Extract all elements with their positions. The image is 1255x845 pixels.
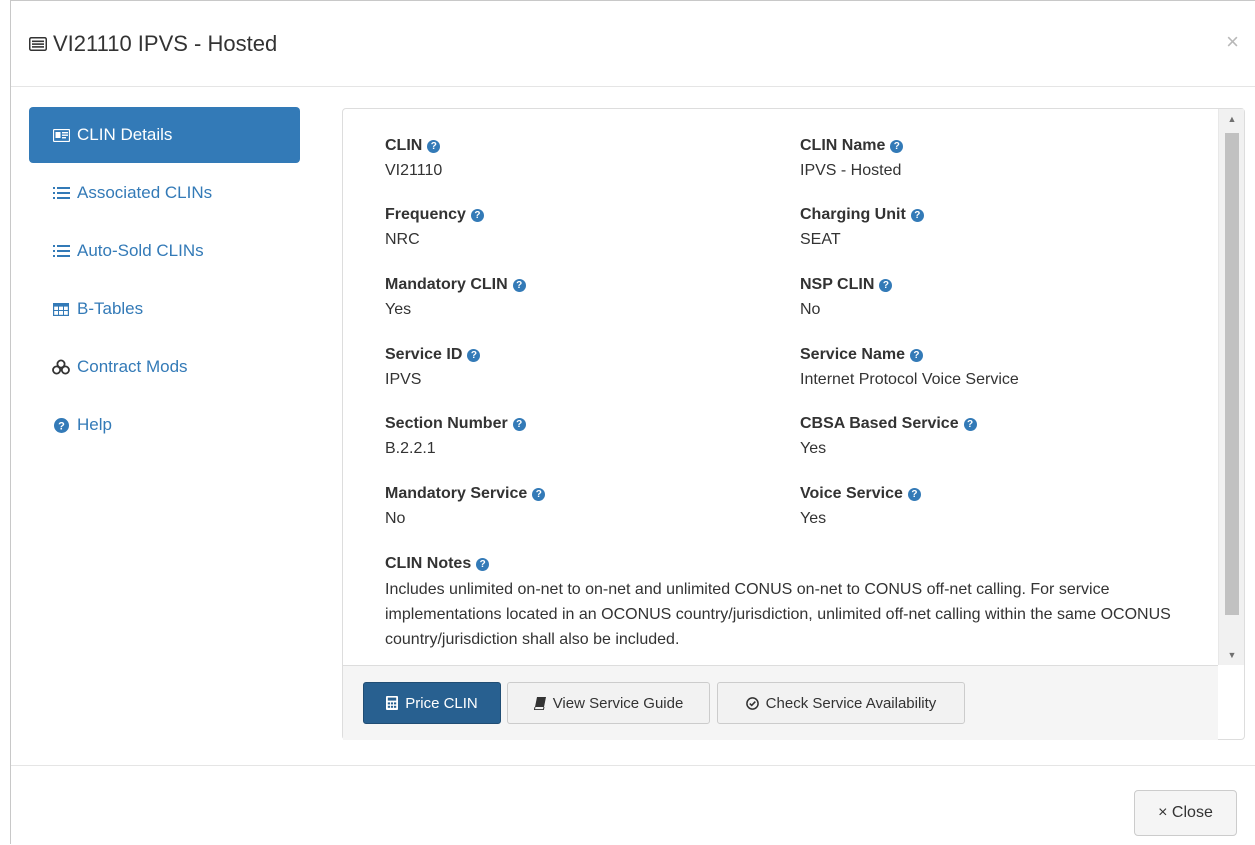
scroll-thumb[interactable] [1225,133,1239,615]
sidebar-item-label: B-Tables [77,299,144,318]
sidebar-nav: CLIN Details Associated CLINs Auto-Sold … [29,107,300,455]
sidebar-item-label: CLIN Details [77,125,173,144]
field-value: No [385,510,406,527]
view-service-guide-button[interactable]: View Service Guide [507,682,710,724]
field-service-name: Service Name? Internet Protocol Voice Se… [800,346,1019,389]
field-value: NRC [385,231,420,248]
help-icon[interactable]: ? [476,557,490,571]
check-circle-icon [745,696,759,710]
modal-footer: × Close [11,765,1255,845]
field-label: CLIN [385,137,423,154]
field-frequency: Frequency? NRC [385,206,484,249]
sidebar-item-label: Help [77,415,112,434]
close-icon[interactable]: × [1226,31,1239,53]
question-circle-icon: ? [51,417,71,433]
help-icon[interactable]: ? [467,348,481,362]
modal-title: VI21110 IPVS - Hosted [29,31,277,57]
book-icon [533,696,546,710]
svg-text:?: ? [58,420,65,432]
sidebar-item-label: Contract Mods [77,357,188,376]
details-panel: CLIN? VI21110 CLIN Name? IPVS - Hosted F… [342,108,1245,740]
field-value: Yes [800,440,827,457]
price-clin-label: Price CLIN [405,694,478,712]
field-value: SEAT [800,231,841,248]
field-label: CBSA Based Service [800,415,959,432]
sidebar-item-contract-mods[interactable]: Contract Mods [29,339,300,395]
field-label: CLIN Notes [385,555,472,572]
field-label: NSP CLIN [800,276,875,293]
field-value: B.2.2.1 [385,440,436,457]
help-icon[interactable]: ? [532,487,546,501]
modal-title-text: VI21110 IPVS - Hosted [53,31,278,56]
help-icon[interactable]: ? [907,487,921,501]
field-nsp-clin: NSP CLIN? No [800,276,893,319]
sidebar-item-help[interactable]: ? Help [29,397,300,453]
sidebar-item-b-tables[interactable]: B-Tables [29,281,300,337]
id-card-icon [51,128,71,142]
scroll-down-arrow-icon[interactable]: ▼ [1219,645,1245,665]
field-value: Yes [800,510,827,527]
field-label: Frequency [385,206,466,223]
field-clin: CLIN? VI21110 [385,137,442,180]
help-icon[interactable]: ? [512,417,526,431]
field-label: Mandatory Service [385,485,528,502]
check-service-availability-label: Check Service Availability [765,694,937,712]
table-icon [51,302,71,316]
help-icon[interactable]: ? [879,278,893,292]
sidebar-item-label: Auto-Sold CLINs [77,241,204,260]
field-service-id: Service ID? IPVS [385,346,481,389]
modal-header: VI21110 IPVS - Hosted × [11,1,1255,87]
list-icon [51,186,71,200]
close-button[interactable]: × Close [1134,790,1237,836]
price-clin-button[interactable]: Price CLIN [363,682,501,724]
help-icon[interactable]: ? [512,278,526,292]
help-icon[interactable]: ? [909,348,923,362]
details-actions: Price CLIN View Service Guide Check Serv… [343,665,1218,740]
check-service-availability-button[interactable]: Check Service Availability [717,682,965,724]
field-label: Service ID [385,346,463,363]
field-voice-service: Voice Service? Yes [800,485,921,528]
field-label: Section Number [385,415,508,432]
field-label: Voice Service [800,485,903,502]
list-alt-icon [29,31,47,57]
sidebar-item-associated-clins[interactable]: Associated CLINs [29,165,300,221]
sidebar-item-auto-sold-clins[interactable]: Auto-Sold CLINs [29,223,300,279]
field-value: VI21110 [385,162,443,179]
field-cbsa-based-service: CBSA Based Service? Yes [800,415,977,458]
field-label: Service Name [800,346,905,363]
field-mandatory-clin: Mandatory CLIN? Yes [385,276,526,319]
calculator-icon [386,696,399,710]
field-value: IPVS [385,371,422,388]
field-section-number: Section Number? B.2.2.1 [385,415,526,458]
help-icon[interactable]: ? [427,139,441,153]
details-body: CLIN? VI21110 CLIN Name? IPVS - Hosted F… [343,109,1218,665]
field-charging-unit: Charging Unit? SEAT [800,206,924,249]
field-clin-notes: CLIN Notes? Includes unlimited on-net to… [385,555,1185,652]
help-icon[interactable]: ? [890,139,904,153]
help-icon[interactable]: ? [963,417,977,431]
field-label: Charging Unit [800,206,906,223]
field-label: Mandatory CLIN [385,276,508,293]
help-icon[interactable]: ? [470,208,484,222]
field-value: Internet Protocol Voice Service [800,371,1019,388]
clin-modal: VI21110 IPVS - Hosted × CLIN Details Ass… [10,0,1255,844]
sidebar-item-label: Associated CLINs [77,183,213,202]
field-label: CLIN Name [800,137,886,154]
scroll-up-arrow-icon[interactable]: ▲ [1219,109,1245,129]
field-value: IPVS - Hosted [800,162,902,179]
field-clin-name: CLIN Name? IPVS - Hosted [800,137,904,180]
link-icon [51,359,71,375]
view-service-guide-label: View Service Guide [552,694,684,712]
clin-notes-text: Includes unlimited on-net to on-net and … [385,581,1171,648]
help-icon[interactable]: ? [910,208,924,222]
list-icon [51,244,71,258]
details-scrollbar[interactable]: ▲ ▼ [1218,109,1244,665]
field-mandatory-service: Mandatory Service? No [385,485,546,528]
field-value: No [800,301,821,318]
sidebar-item-clin-details[interactable]: CLIN Details [29,107,300,163]
field-value: Yes [385,301,412,318]
